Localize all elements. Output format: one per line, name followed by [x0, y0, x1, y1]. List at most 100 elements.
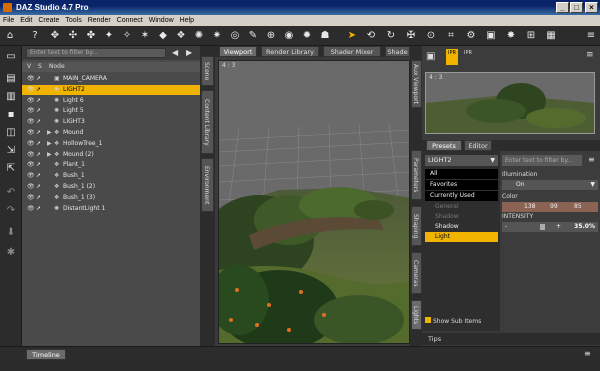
tab-lights[interactable]: Lights — [411, 300, 422, 330]
selectable-arrow-icon[interactable]: ➚ — [36, 162, 43, 168]
scene-node-row[interactable]: 👁 ➚ ❖ Plant_1 — [22, 160, 200, 170]
orbit-icon[interactable]: ⟲ — [364, 29, 378, 43]
save-as-icon[interactable]: ◫ — [4, 126, 18, 140]
expand-arrow-icon[interactable]: ▶ — [47, 151, 54, 158]
scene-node-row[interactable]: 👁 ➚ ✺ Light 6 — [22, 96, 200, 106]
render-settings-icon[interactable]: ⚙ — [464, 29, 478, 43]
tab-shader-mixer[interactable]: Shader Mixer — [323, 46, 381, 57]
region-tool-icon[interactable]: ❖ — [174, 29, 188, 43]
visibility-eye-icon[interactable]: 👁 — [27, 205, 35, 212]
scene-node-row[interactable]: 👁 ➚ ✺ DistantLight 1 — [22, 204, 200, 214]
intensity-slider[interactable]: - + 35.0% — [502, 222, 598, 232]
selectable-arrow-icon[interactable]: ➚ — [36, 86, 43, 93]
illumination-dropdown[interactable]: On ▼ — [502, 180, 598, 190]
render-icon[interactable]: ▣ — [484, 29, 498, 43]
column-visible[interactable]: V — [27, 62, 31, 72]
menu-render[interactable]: Render — [85, 15, 114, 26]
scene-node-row[interactable]: 👁 ➚ ✺ LIGHT2 — [22, 84, 200, 95]
surface-tool-icon[interactable]: ✺ — [192, 29, 206, 43]
selectable-arrow-icon[interactable]: ➚ — [36, 184, 43, 190]
column-node[interactable]: Node — [49, 62, 65, 72]
scene-node-row[interactable]: 👁 ➚ ❖ Bush_1 (3) — [22, 193, 200, 203]
light-tool-icon[interactable]: ✹ — [300, 29, 314, 43]
import-icon[interactable]: ⇲ — [4, 144, 18, 158]
preset-all[interactable]: All — [425, 169, 498, 179]
scene-node-row[interactable]: 👁 ➚ ❖ Bush_1 — [22, 171, 200, 181]
tab-cameras[interactable]: Cameras — [411, 252, 422, 294]
settings-gear-icon[interactable]: ✱ — [4, 246, 18, 260]
rotate-view-icon[interactable]: ↻ — [384, 29, 398, 43]
menu-connect[interactable]: Connect — [114, 15, 146, 26]
pose-tool-icon[interactable]: ✥ — [48, 29, 62, 43]
tab-viewport[interactable]: Viewport — [219, 46, 257, 57]
visibility-eye-icon[interactable]: 👁 — [27, 119, 35, 125]
selectable-arrow-icon[interactable]: ➚ — [36, 130, 43, 136]
new-scene-icon[interactable]: ▭ — [4, 50, 18, 64]
morph-tool-icon[interactable]: ✷ — [210, 29, 224, 43]
preset-shadow[interactable]: Shadow — [425, 222, 498, 232]
tab-content-library[interactable]: Content Library — [201, 90, 214, 154]
scene-node-row[interactable]: 👁 ➚ ✺ LIGHT3 — [22, 117, 200, 127]
show-sub-items-checkbox[interactable] — [425, 317, 431, 323]
scene-filter-input[interactable]: Enter text to filter by... — [26, 48, 166, 58]
spot-render-icon[interactable]: ◎ — [228, 29, 242, 43]
property-menu-icon[interactable]: ≡ — [588, 155, 595, 164]
figure-tool-icon[interactable]: ☗ — [318, 29, 332, 43]
tab-scene[interactable]: Scene — [201, 56, 214, 86]
intensity-slider-handle[interactable] — [540, 224, 545, 230]
back-arrow-icon[interactable]: ◀ — [172, 48, 178, 57]
tab-render-library[interactable]: Render Library — [261, 46, 319, 57]
selectable-arrow-icon[interactable]: ➚ — [36, 173, 43, 179]
save-icon[interactable]: ▪ — [4, 108, 18, 122]
preset-shadow-group[interactable]: Shadow — [425, 212, 498, 222]
ipr-button-active[interactable]: IPR — [446, 49, 458, 65]
rotate-tool-icon[interactable]: ✧ — [120, 29, 134, 43]
tab-timeline[interactable]: Timeline — [26, 349, 66, 360]
visibility-eye-icon[interactable]: 👁 — [27, 97, 35, 104]
selectable-arrow-icon[interactable]: ➚ — [36, 76, 43, 82]
home-icon[interactable]: ⌂ — [3, 29, 17, 43]
pan-view-icon[interactable]: ✠ — [404, 29, 418, 43]
aux-viewport[interactable]: 4 : 3 — [425, 72, 595, 134]
menu-create[interactable]: Create — [35, 15, 62, 26]
aux-menu-icon[interactable]: ≡ — [586, 50, 594, 60]
scene-node-row[interactable]: 👁 ➚ ✺ Light 5 — [22, 106, 200, 116]
minus-icon[interactable]: - — [505, 222, 507, 232]
drop-icon[interactable]: ⬇ — [4, 226, 18, 240]
scale-tool-icon[interactable]: ✶ — [138, 29, 152, 43]
selectable-arrow-icon[interactable]: ➚ — [36, 119, 43, 125]
visibility-eye-icon[interactable]: 👁 — [27, 86, 35, 93]
minimize-button[interactable]: _ — [556, 2, 569, 13]
light-select-dropdown[interactable]: LIGHT2 ▼ — [425, 155, 498, 166]
menu-edit[interactable]: Edit — [17, 15, 35, 26]
menu-file[interactable]: File — [0, 15, 17, 26]
preset-light[interactable]: Light — [425, 232, 498, 242]
visibility-eye-icon[interactable]: 👁 — [27, 108, 35, 114]
tab-environment[interactable]: Environment — [201, 158, 214, 212]
selectable-arrow-icon[interactable]: ➚ — [36, 97, 43, 104]
node-tool-icon[interactable]: ✣ — [66, 29, 80, 43]
ipr-button[interactable]: IPR — [462, 49, 474, 65]
visibility-eye-icon[interactable]: 👁 — [27, 173, 35, 179]
tab-editor[interactable]: Editor — [464, 140, 492, 151]
menu-window[interactable]: Window — [146, 15, 177, 26]
visibility-eye-icon[interactable]: 👁 — [27, 184, 35, 190]
expand-arrow-icon[interactable]: ▶ — [47, 130, 54, 136]
camera-tool-icon[interactable]: ◉ — [282, 29, 296, 43]
grid-icon[interactable]: ▦ — [544, 29, 558, 43]
tab-shaping[interactable]: Shaping — [411, 206, 422, 246]
tab-shader-builder[interactable]: Shade — [385, 46, 410, 57]
scene-node-row[interactable]: 👁 ➚ ▣ MAIN_CAMERA — [22, 74, 200, 84]
paint-tool-icon[interactable]: ✎ — [246, 29, 260, 43]
plus-icon[interactable]: + — [556, 222, 561, 232]
close-button[interactable]: × — [585, 2, 598, 13]
geometry-tool-icon[interactable]: ◆ — [156, 29, 170, 43]
selectable-arrow-icon[interactable]: ➚ — [36, 205, 43, 212]
whatsthis-icon[interactable]: ? — [28, 29, 42, 43]
menu-tools[interactable]: Tools — [62, 15, 84, 26]
tab-parameters[interactable]: Parameters — [411, 150, 422, 200]
aux-camera-icon[interactable]: ▣ — [426, 50, 440, 64]
visibility-eye-icon[interactable]: 👁 — [27, 194, 35, 201]
color-swatch-field[interactable]: 138 99 85 — [502, 202, 598, 212]
selectable-arrow-icon[interactable]: ➚ — [36, 140, 43, 147]
